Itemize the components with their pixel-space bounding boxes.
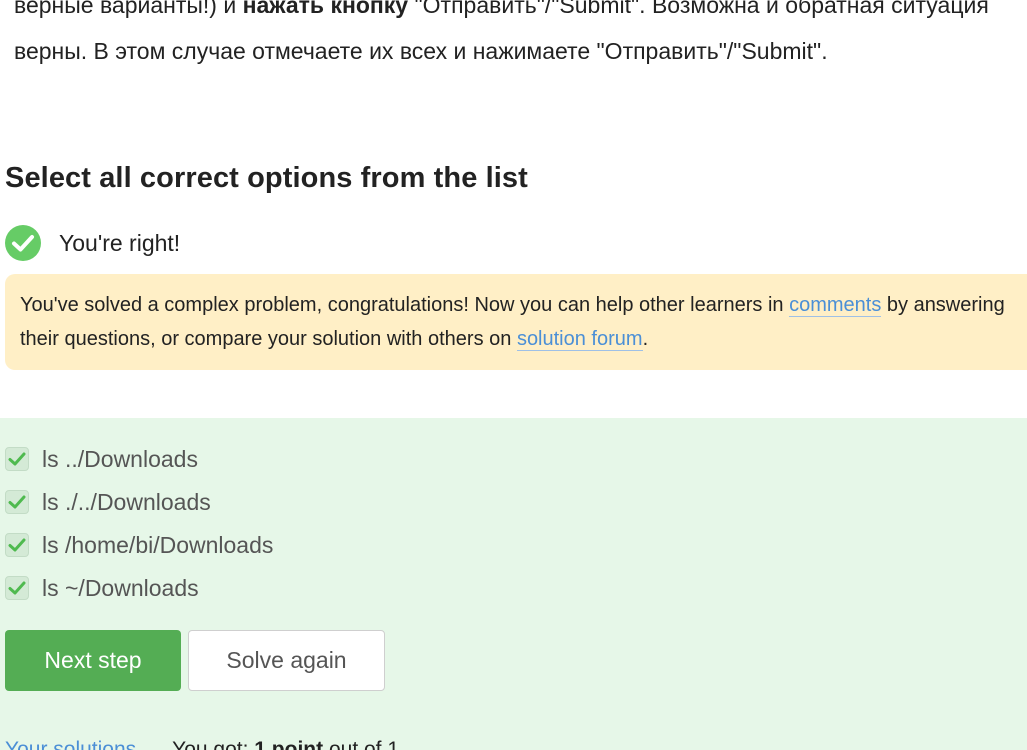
step-instructions: верные варианты!) и нажать кнопку "Отпра… <box>14 0 1027 74</box>
comments-link[interactable]: comments <box>789 294 882 317</box>
instructions-bold-text: нажать кнопку <box>242 0 409 18</box>
checkbox-checked[interactable] <box>5 490 29 514</box>
checkbox-checked[interactable] <box>5 576 29 600</box>
checkmark-icon <box>8 495 26 509</box>
step-page: верные варианты!) и нажать кнопку "Отпра… <box>0 0 1027 750</box>
option-label: ls ../Downloads <box>42 445 198 472</box>
checkbox-checked[interactable] <box>5 447 29 471</box>
checkmark-icon <box>8 581 26 595</box>
checkmark-icon <box>8 452 26 466</box>
next-step-button[interactable]: Next step <box>5 630 181 691</box>
instructions-line-2: верны. В этом случае отмечаете их всех и… <box>14 38 828 64</box>
option-label: ls ~/Downloads <box>42 574 199 601</box>
feedback-line-1: You've solved a complex problem, congrat… <box>20 294 1005 317</box>
solution-forum-link[interactable]: solution forum <box>516 328 643 351</box>
checkmark-icon <box>12 235 34 252</box>
option-item[interactable]: ls ../Downloads <box>5 444 198 474</box>
feedback-line-2: their questions, or compare your solutio… <box>20 328 649 351</box>
instructions-line-1: верные варианты!) и нажать кнопку "Отпра… <box>14 0 1027 28</box>
feedback-box: You've solved a complex problem, congrat… <box>5 274 1027 370</box>
points-value: 1 point <box>254 738 324 750</box>
option-item[interactable]: ls ./../Downloads <box>5 487 211 517</box>
result-status: You're right! <box>5 224 180 262</box>
option-item[interactable]: ls /home/bi/Downloads <box>5 530 273 560</box>
solve-again-button[interactable]: Solve again <box>188 630 385 691</box>
checkmark-icon <box>8 538 26 552</box>
option-item[interactable]: ls ~/Downloads <box>5 573 199 603</box>
result-text: You're right! <box>59 229 181 256</box>
checkbox-checked[interactable] <box>5 533 29 557</box>
option-label: ls ./../Downloads <box>42 488 211 515</box>
quiz-title: Select all correct options from the list <box>5 162 528 194</box>
option-label: ls /home/bi/Downloads <box>42 531 274 558</box>
check-circle-icon <box>5 225 41 261</box>
your-solutions-link[interactable]: Your solutions <box>5 738 136 750</box>
solution-summary: Your solutions You got: 1 point out of 1 <box>5 738 399 750</box>
